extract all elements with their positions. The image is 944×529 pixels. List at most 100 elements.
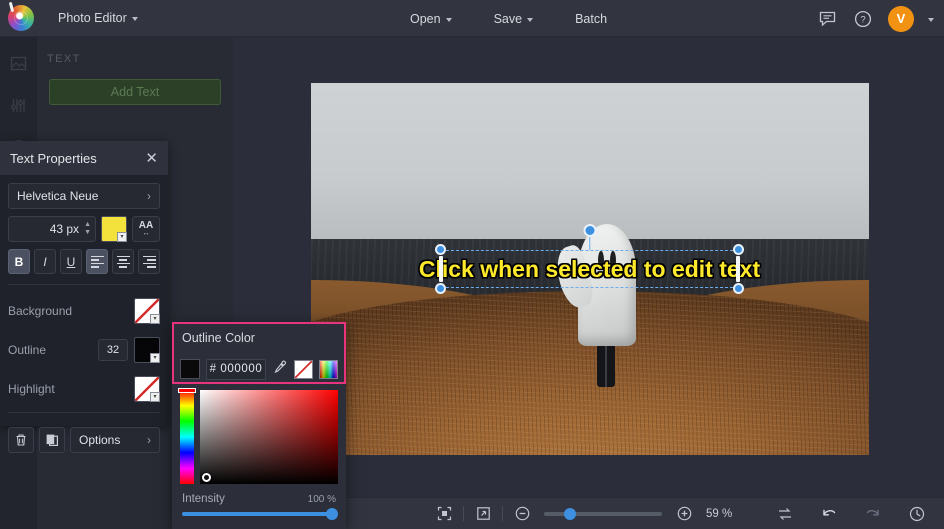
swatch-dropdown-icon: ▾: [150, 353, 160, 363]
chevron-right-icon: ›: [147, 433, 151, 447]
image-adjust-icon[interactable]: [0, 47, 37, 79]
underline-label: U: [67, 255, 76, 269]
background-row: Background ▾: [8, 298, 160, 324]
saturation-value-area[interactable]: [200, 390, 338, 484]
chat-bubble-icon[interactable]: [816, 8, 838, 30]
divider: [8, 412, 160, 413]
highlight-row: Highlight ▾: [8, 376, 160, 402]
bold-button[interactable]: B: [8, 249, 30, 274]
font-family-value: Helvetica Neue: [17, 189, 98, 203]
highlight-label: Highlight: [8, 382, 55, 396]
trash-icon[interactable]: [8, 427, 34, 453]
outline-row: Outline 32 ▾: [8, 337, 160, 363]
history-clock-icon[interactable]: [904, 501, 930, 527]
letter-spacing-arrow-icon: ↔: [143, 230, 150, 237]
intensity-knob[interactable]: [326, 508, 338, 520]
divider: [8, 284, 160, 285]
font-color-swatch[interactable]: ▾: [101, 216, 127, 242]
selection-side-left[interactable]: [439, 256, 443, 282]
selection-side-right[interactable]: [736, 256, 740, 282]
hex-input[interactable]: # 000000: [206, 359, 266, 380]
plus-icon[interactable]: [671, 501, 697, 527]
undo-icon[interactable]: [816, 501, 842, 527]
outline-label: Outline: [8, 343, 46, 357]
sliders-icon[interactable]: [0, 89, 37, 121]
background-label: Background: [8, 304, 72, 318]
font-family-select[interactable]: Helvetica Neue ›: [8, 183, 160, 209]
photo-editor-window: Photo Editor Open Save Batch ? V: [0, 0, 944, 529]
letter-spacing-icon[interactable]: AA ↔: [132, 216, 160, 242]
minus-icon[interactable]: [509, 501, 535, 527]
italic-label: I: [43, 255, 46, 269]
align-center-icon[interactable]: [112, 249, 134, 274]
account-chevron-down-icon[interactable]: [928, 18, 934, 22]
open-button[interactable]: Open: [400, 7, 462, 31]
avatar[interactable]: V: [888, 6, 914, 32]
eyedropper-icon[interactable]: [272, 360, 288, 378]
no-color-swatch-icon[interactable]: [294, 360, 313, 379]
color-picker-hex-row: # 000000: [172, 354, 346, 384]
compare-swap-icon[interactable]: [772, 501, 798, 527]
intensity-fill: [182, 512, 331, 516]
outline-color-swatch[interactable]: ▾: [134, 337, 160, 363]
photo-editor-logo-icon: [8, 5, 34, 31]
font-size-input[interactable]: 43 px ▲ ▼: [8, 216, 96, 242]
color-picker-grid: [172, 384, 346, 484]
resize-handle-bottom-left[interactable]: [435, 283, 446, 294]
bold-label: B: [15, 255, 24, 269]
align-left-icon[interactable]: [86, 249, 108, 274]
canvas-text-layer[interactable]: Click when selected to edit text: [441, 250, 738, 288]
zoom-slider[interactable]: [544, 512, 662, 516]
zoom-controls: 59 %: [431, 501, 744, 527]
italic-button[interactable]: I: [34, 249, 56, 274]
history-controls: [772, 501, 930, 527]
divider: [463, 506, 464, 521]
outline-width-input[interactable]: 32: [98, 339, 128, 361]
intensity-value: 100 %: [308, 494, 336, 505]
text-properties-panel: Text Properties ✕ Helvetica Neue › 43 px…: [0, 141, 168, 426]
zoom-knob[interactable]: [564, 508, 576, 520]
stepper-down-icon: ▼: [84, 230, 91, 236]
save-button[interactable]: Save: [484, 7, 544, 31]
font-size-stepper[interactable]: ▲ ▼: [84, 222, 91, 236]
batch-button[interactable]: Batch: [565, 7, 617, 31]
underline-button[interactable]: U: [60, 249, 82, 274]
intensity-slider[interactable]: [182, 512, 336, 516]
highlight-color-swatch[interactable]: ▾: [134, 376, 160, 402]
background-color-swatch[interactable]: ▾: [134, 298, 160, 324]
close-icon[interactable]: ✕: [145, 151, 158, 166]
rainbow-swatch-icon[interactable]: [319, 360, 338, 379]
open-label: Open: [410, 12, 441, 26]
redo-icon[interactable]: [860, 501, 886, 527]
add-text-button[interactable]: Add Text: [49, 79, 221, 105]
options-button[interactable]: Options ›: [70, 427, 160, 453]
chevron-right-icon: ›: [147, 189, 151, 203]
expand-icon[interactable]: [470, 501, 496, 527]
resize-handle-bottom-right[interactable]: [733, 283, 744, 294]
chevron-down-icon: [527, 18, 533, 22]
chevron-down-icon: [132, 17, 138, 21]
hue-slider[interactable]: [180, 390, 194, 484]
font-size-row: 43 px ▲ ▼ ▾ AA ↔: [8, 216, 160, 242]
top-bar-right: ? V: [816, 0, 934, 37]
page-title: Text Properties: [10, 151, 97, 166]
svg-text:?: ?: [860, 14, 865, 25]
text-section-label: TEXT: [37, 37, 233, 65]
divider: [502, 506, 503, 521]
resize-handle-top-right[interactable]: [733, 244, 744, 255]
resize-handle-top-left[interactable]: [435, 244, 446, 255]
rotate-handle[interactable]: [583, 224, 596, 237]
duplicate-icon[interactable]: [39, 427, 65, 453]
saturation-value-marker[interactable]: [202, 473, 211, 482]
text-properties-body: Helvetica Neue › 43 px ▲ ▼ ▾ AA ↔: [0, 175, 168, 453]
align-right-icon[interactable]: [138, 249, 160, 274]
photo-ghost-figure: [570, 224, 643, 380]
swatch-dropdown-icon: ▾: [150, 314, 160, 324]
text-properties-header: Text Properties ✕: [0, 141, 168, 175]
save-label: Save: [494, 12, 523, 26]
hue-marker[interactable]: [178, 388, 196, 393]
help-circle-icon[interactable]: ?: [852, 8, 874, 30]
app-menu-button[interactable]: Photo Editor: [48, 6, 148, 30]
text-layer-selection[interactable]: Click when selected to edit text: [441, 250, 738, 288]
fit-to-screen-icon[interactable]: [431, 501, 457, 527]
